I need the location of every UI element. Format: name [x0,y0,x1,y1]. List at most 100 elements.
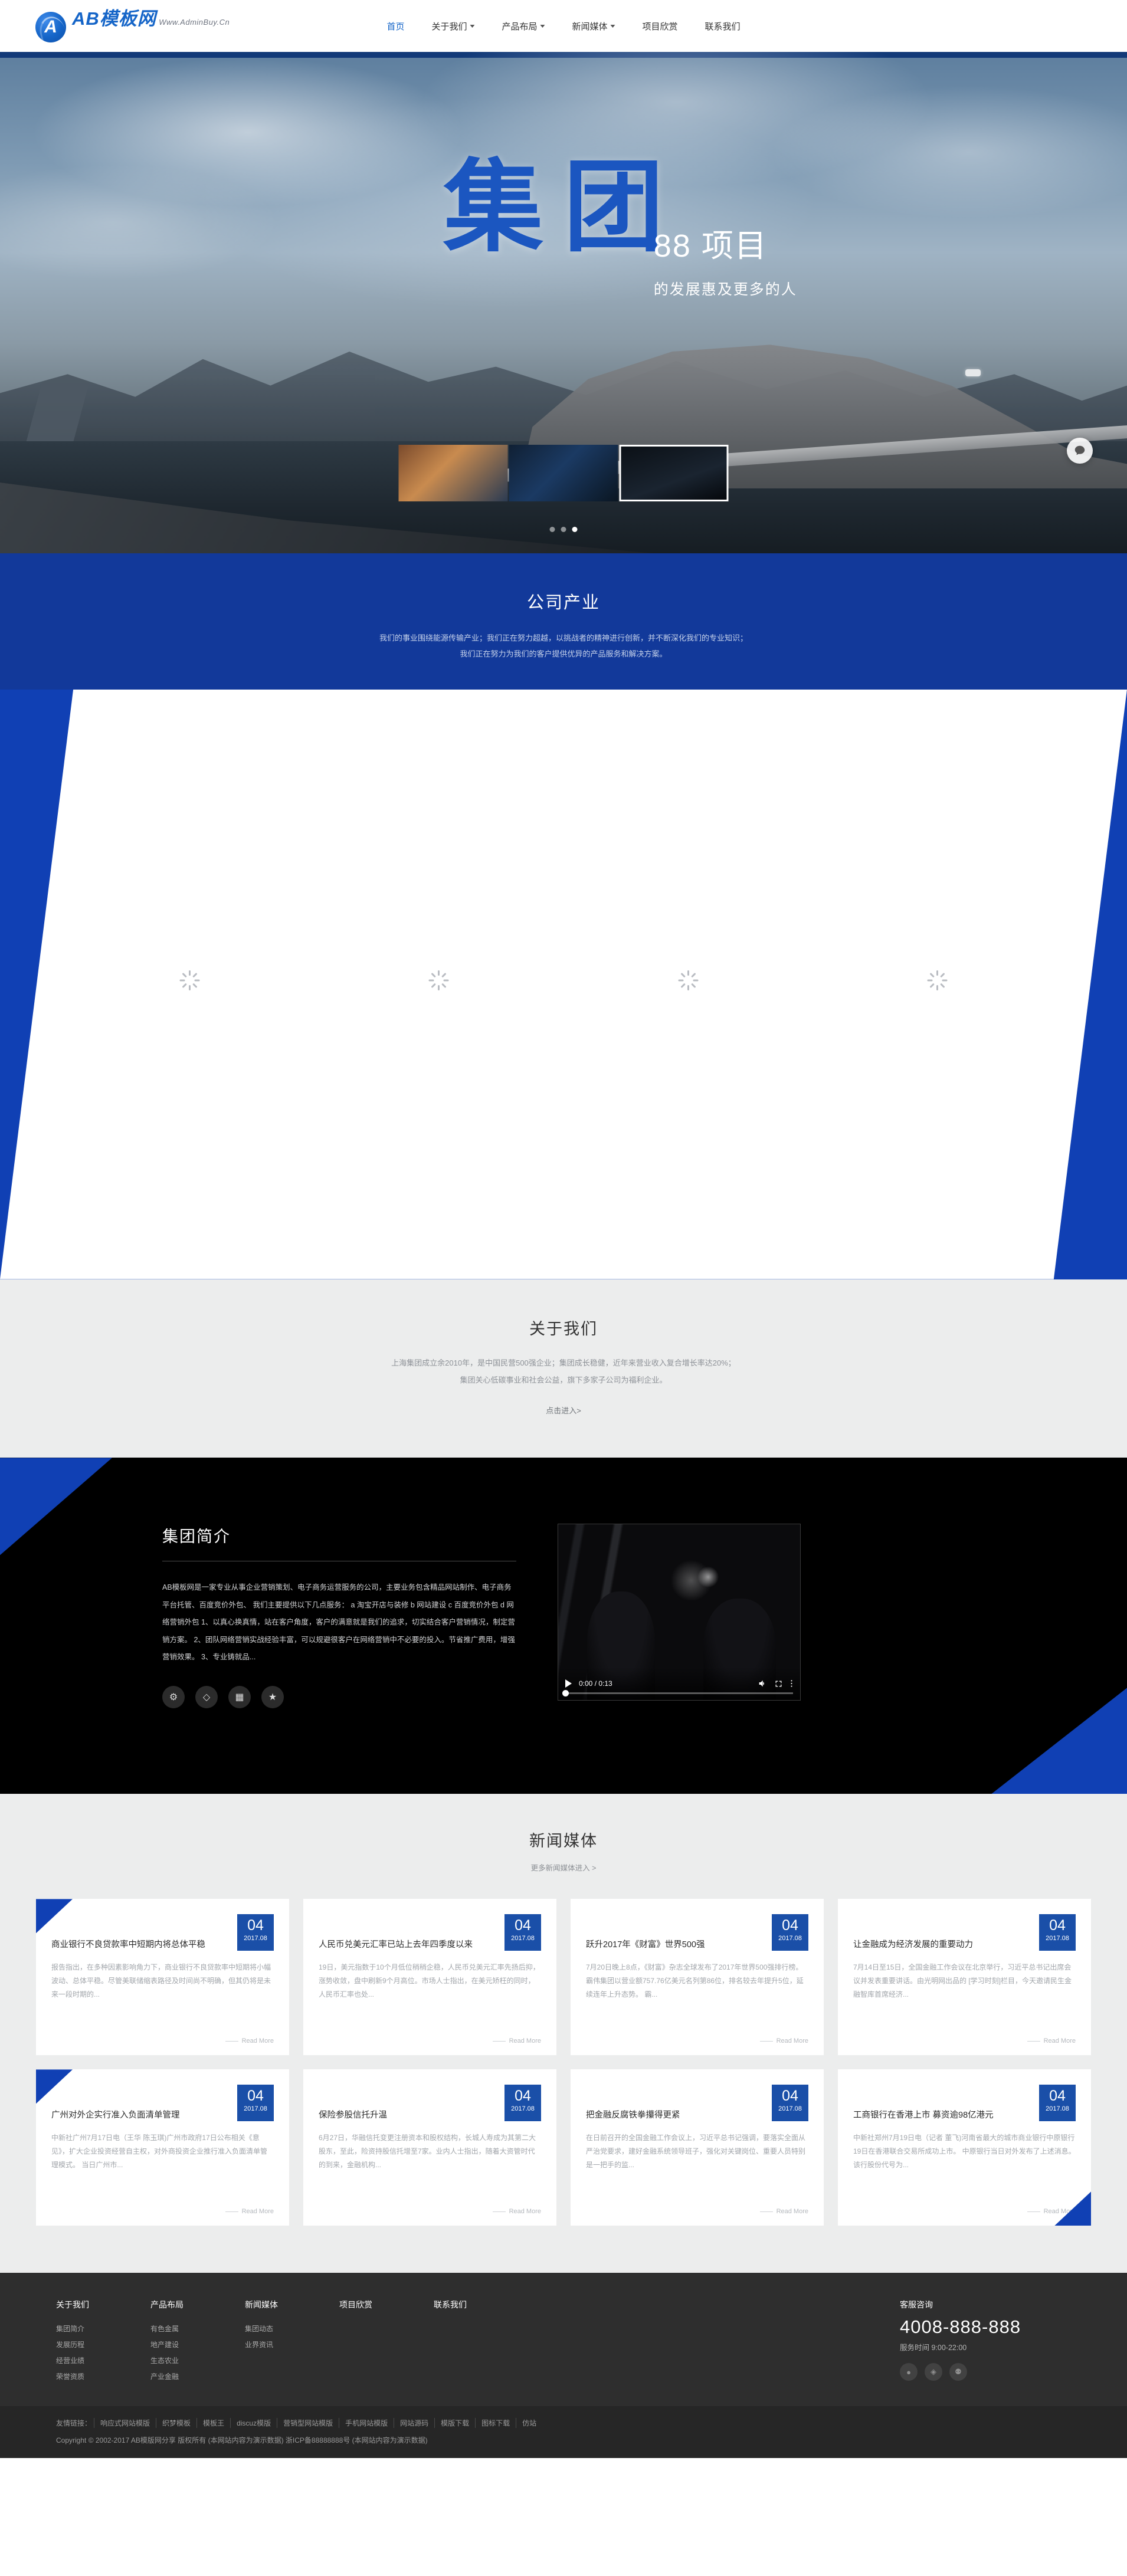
product-items-row [0,690,1127,1279]
product-item[interactable] [879,970,997,999]
news-date-day: 04 [782,1917,798,1934]
nav-item-products[interactable]: 产品布局 [502,20,545,32]
product-item[interactable] [629,970,747,999]
weibo-icon[interactable]: ◈ [925,2363,942,2381]
footer-link[interactable]: 生态农业 [150,2353,239,2369]
nav-item-about[interactable]: 关于我们 [431,20,475,32]
news-read-more[interactable]: Read More [225,2208,274,2215]
star-icon[interactable]: ★ [261,1686,284,1709]
news-date-badge: 04 2017.08 [504,1914,541,1951]
news-card[interactable]: 04 2017.08 保险参股信托升温 6月27日，华融信托变更注册资本和股权结… [303,2069,556,2226]
friend-link[interactable]: 手机网站模版 [339,2418,394,2429]
footer-link[interactable]: 业界资讯 [245,2337,333,2353]
industry-desc-line-1: 我们的事业围绕能源传输产业；我们正在努力超越，以挑战者的精神进行创新，并不断深化… [379,634,748,642]
chevron-down-icon [540,24,545,28]
nav-item-projects[interactable]: 项目欣赏 [643,20,678,32]
news-card-excerpt: 在日前召开的全国金融工作会议上，习近平总书记强调，要落实全面从严治党要求，建好金… [586,2133,806,2170]
news-date-badge: 04 2017.08 [504,2085,541,2122]
footer-link[interactable]: 有色金属 [150,2321,239,2337]
product-item[interactable] [130,970,248,999]
hero-thumbnail[interactable] [398,445,508,501]
friend-link[interactable]: 织梦模板 [156,2418,196,2429]
news-card[interactable]: 04 2017.08 人民币兑美元汇率已站上去年四季度以来 19日，美元指数于1… [303,1899,556,2056]
news-read-more[interactable]: Read More [759,2037,808,2045]
nav-item-home[interactable]: 首页 [386,20,404,32]
news-card[interactable]: 04 2017.08 广州对外企实行准入负面清单管理 中新社广州7月17日电（王… [36,2069,289,2226]
footer-link[interactable]: 产业金融 [150,2369,239,2385]
news-read-more[interactable]: Read More [759,2208,808,2215]
service-title: 客服咨询 [900,2300,933,2310]
gears-icon[interactable]: ⚙ [162,1686,185,1709]
floating-chat-button[interactable] [1067,438,1093,464]
nav-item-news[interactable]: 新闻媒体 [572,20,615,32]
news-read-more[interactable]: Read More [492,2208,541,2215]
news-more-link[interactable]: 更多新闻媒体进入 > [0,1862,1127,1873]
about-desc-line-2: 集团关心低碳事业和社会公益，旗下多家子公司为福利企业。 [460,1376,667,1385]
about-desc-line-1: 上海集团成立余2010年，是中国民营500强企业；集团成长稳健，近年来营业收入复… [391,1358,736,1367]
footer-link[interactable]: 地产建设 [150,2337,239,2353]
news-card[interactable]: 04 2017.08 工商银行在香港上市 募资逾98亿港元 中新社郑州7月19日… [838,2069,1091,2226]
friend-link[interactable]: 仿站 [516,2418,542,2429]
news-date-badge: 04 2017.08 [772,1914,808,1951]
friend-link[interactable]: discuz模版 [230,2418,277,2429]
friend-link[interactable]: 响应式网站模版 [94,2418,156,2429]
fullscreen-icon[interactable] [774,1679,783,1688]
news-card[interactable]: 04 2017.08 让金融成为经济发展的重要动力 7月14日至15日，全国金融… [838,1899,1091,2056]
friend-link[interactable]: 图标下载 [475,2418,516,2429]
hero-thumbnail-active[interactable] [619,445,729,501]
friend-link[interactable]: 网站源码 [394,2418,434,2429]
play-icon[interactable] [565,1679,572,1688]
video-progress-bar[interactable] [562,1690,793,1697]
slider-dot[interactable] [561,527,566,532]
tag-icon[interactable]: ◇ [195,1686,218,1709]
nav-label: 联系我们 [705,21,741,32]
read-more-label: Read More [241,2037,274,2045]
news-read-more[interactable]: Read More [225,2037,274,2045]
news-read-more[interactable]: Read More [1027,2037,1076,2045]
news-card-excerpt: 7月14日至15日，全国金融工作会议在北京举行，习近平总书记出席会议并发表重要讲… [853,1963,1072,1999]
more-options-icon[interactable] [790,1679,793,1688]
decor-corner-top-left [0,1458,112,1556]
friend-link[interactable]: 模板王 [196,2418,230,2429]
news-card-excerpt: 中新社广州7月17日电（王华 陈玉琪)广州市政府17日公布相关《意见》，扩大企业… [51,2133,268,2170]
footer-link[interactable]: 发展历程 [56,2337,145,2353]
slider-dot[interactable] [549,527,555,532]
about-enter-link[interactable]: 点击进入> [546,1405,581,1416]
promo-video-player[interactable]: 0:00 / 0:13 [558,1524,801,1701]
product-item[interactable] [380,970,498,999]
friend-links-row: 友情链接： 响应式网站模版 织梦模板 模板王 discuz模版 营销型网站模版 … [56,2418,1071,2429]
service-hours: 服务时间 9:00-22:00 [900,2344,967,2352]
news-date-day: 04 [247,1917,264,1934]
read-more-label: Read More [1043,2037,1076,2045]
footer-column-title: 产品布局 [150,2300,184,2310]
nav-label: 关于我们 [431,21,467,32]
news-card-excerpt: 19日，美元指数于10个月低位稍稍企稳，人民币兑美元汇率先扬后抑，涨势收敛，盘中… [319,1963,540,1999]
nav-label: 产品布局 [502,21,538,32]
footer-link[interactable]: 集团简介 [56,2321,145,2337]
news-date-day: 04 [782,2088,798,2105]
news-read-more[interactable]: Read More [492,2037,541,2045]
footer-link[interactable]: 集团动态 [245,2321,333,2337]
footer-link[interactable]: 经营业绩 [56,2353,145,2369]
news-card[interactable]: 04 2017.08 跃升2017年《财富》世界500强 7月20日晚上8点，《… [571,1899,824,2056]
friend-link[interactable]: 营销型网站模版 [277,2418,339,2429]
bars-chart-icon[interactable]: ▦ [228,1686,251,1709]
news-date-month: 2017.08 [244,1934,267,1942]
volume-icon[interactable] [758,1679,767,1688]
nav-item-contact[interactable]: 联系我们 [705,20,741,32]
footer-column-projects: 项目欣赏 [339,2299,428,2385]
friend-link[interactable]: 模版下载 [434,2418,475,2429]
news-card[interactable]: 04 2017.08 商业银行不良贷款率中短期内将总体平稳 报告指出，在多种因素… [36,1899,289,2056]
slider-dot-active[interactable] [572,527,578,532]
industry-desc-line-2: 我们正在努力为我们的客户提供优异的产品服务和解决方案。 [460,649,667,659]
news-card-grid: 04 2017.08 商业银行不良贷款率中短期内将总体平稳 报告指出，在多种因素… [21,1899,1106,2226]
footer-link[interactable]: 荣誉资质 [56,2369,145,2385]
qq-icon[interactable]: ● [900,2363,918,2381]
main-navigation: 首页 关于我们 产品布局 新闻媒体 项目欣赏 联系我们 [386,20,740,32]
wechat-icon[interactable]: ⚉ [949,2363,967,2381]
group-intro-text-block: 集团简介 AB模板网是一家专业从事企业营销策划、电子商务运营服务的公司，主要业务… [150,1524,516,1709]
hero-thumbnail[interactable] [509,445,618,501]
site-logo[interactable]: AB模板网 Www.AdminBuy.Cn [35,9,230,42]
footer-column-title: 联系我们 [434,2300,467,2310]
news-card[interactable]: 04 2017.08 把金融反腐铁拳攥得更紧 在日前召开的全国金融工作会议上，习… [571,2069,824,2226]
